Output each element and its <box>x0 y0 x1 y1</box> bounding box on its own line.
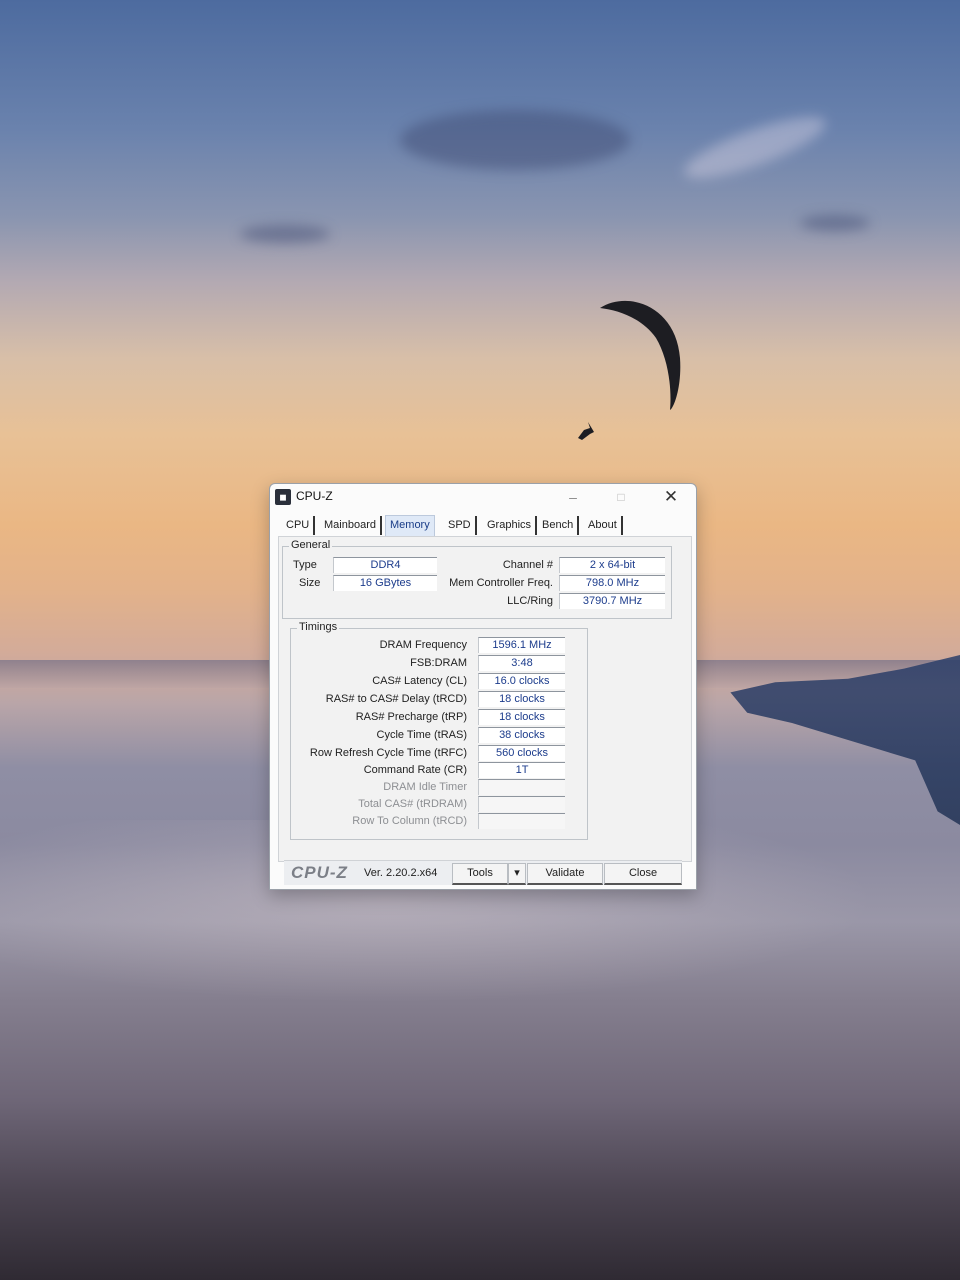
paraglider-pilot <box>578 422 594 440</box>
total-cas-value <box>478 796 565 812</box>
ras-to-cas-value: 18 clocks <box>478 691 565 707</box>
version-text: Ver. 2.20.2.x64 <box>364 867 438 879</box>
total-cas-label: Total CAS# (tRDRAM) <box>358 798 467 810</box>
cycle-time-label: Cycle Time (tRAS) <box>376 729 467 741</box>
general-panel: General Type DDR4 Size 16 GBytes Channel… <box>282 539 672 619</box>
dram-frequency-label: DRAM Frequency <box>379 639 467 651</box>
ras-to-cas-label: RAS# to CAS# Delay (tRCD) <box>325 693 467 705</box>
type-value: DDR4 <box>333 557 437 573</box>
row-refresh-label: Row Refresh Cycle Time (tRFC) <box>309 747 467 759</box>
tab-spd[interactable]: SPD <box>444 516 477 535</box>
tools-dropdown-arrow[interactable]: ▾ <box>508 863 526 885</box>
ras-precharge-value: 18 clocks <box>478 709 565 725</box>
tools-button[interactable]: Tools <box>452 863 508 885</box>
tab-graphics[interactable]: Graphics <box>483 516 538 535</box>
row-refresh-value: 560 clocks <box>478 745 565 761</box>
llc-ring-label: LLC/Ring <box>507 595 553 607</box>
size-label: Size <box>299 577 321 589</box>
cloud <box>400 110 630 170</box>
footer-bar: CPU-Z Ver. 2.20.2.x64 Tools ▾ Validate C… <box>284 860 682 885</box>
llc-ring-value: 3790.7 MHz <box>559 593 665 609</box>
minimize-button[interactable]: – <box>550 484 596 510</box>
tab-about[interactable]: About <box>584 516 623 535</box>
dram-idle-timer-value <box>478 779 565 795</box>
title-bar[interactable]: ◼ CPU-Z – □ ✕ <box>270 484 696 510</box>
window-title: CPU-Z <box>296 489 333 503</box>
fsb-dram-label: FSB:DRAM <box>410 657 467 669</box>
paraglider-wing <box>600 300 681 410</box>
mem-controller-freq-label: Mem Controller Freq. <box>449 577 553 589</box>
mem-controller-freq-value: 798.0 MHz <box>559 575 665 591</box>
cloud <box>240 225 330 243</box>
cas-latency-label: CAS# Latency (CL) <box>372 675 467 687</box>
tab-mainboard[interactable]: Mainboard <box>320 516 382 535</box>
cpuz-app-icon: ◼ <box>275 489 291 505</box>
dram-idle-timer-label: DRAM Idle Timer <box>383 781 467 793</box>
command-rate-label: Command Rate (CR) <box>363 764 467 776</box>
general-panel-title: General <box>289 539 333 551</box>
dram-frequency-value: 1596.1 MHz <box>478 637 565 653</box>
validate-button[interactable]: Validate <box>527 863 603 885</box>
channel-value: 2 x 64-bit <box>559 557 665 573</box>
cas-latency-value: 16.0 clocks <box>478 673 565 689</box>
cpuz-logo: CPU-Z <box>291 863 348 882</box>
row-to-column-label: Row To Column (tRCD) <box>352 815 467 827</box>
cpuz-window: ◼ CPU-Z – □ ✕ CPU Mainboard Memory SPD G… <box>269 483 697 890</box>
tab-bench[interactable]: Bench <box>538 516 580 535</box>
cloud <box>800 215 870 231</box>
type-label: Type <box>293 559 317 571</box>
timings-panel: Timings DRAM Frequency 1596.1 MHz FSB:DR… <box>290 621 588 840</box>
channel-label: Channel # <box>502 559 553 571</box>
timings-panel-title: Timings <box>297 621 340 633</box>
fsb-dram-value: 3:48 <box>478 655 565 671</box>
close-window-button[interactable]: ✕ <box>648 484 694 510</box>
size-value: 16 GBytes <box>333 575 437 591</box>
tab-cpu[interactable]: CPU <box>282 516 316 535</box>
ras-precharge-label: RAS# Precharge (tRP) <box>355 711 467 723</box>
row-to-column-value <box>478 813 565 829</box>
command-rate-value: 1T <box>478 762 565 778</box>
cycle-time-value: 38 clocks <box>478 727 565 743</box>
close-button[interactable]: Close <box>604 863 682 885</box>
cloud <box>678 105 832 190</box>
tab-memory[interactable]: Memory <box>385 515 435 537</box>
maximize-button[interactable]: □ <box>598 484 644 510</box>
